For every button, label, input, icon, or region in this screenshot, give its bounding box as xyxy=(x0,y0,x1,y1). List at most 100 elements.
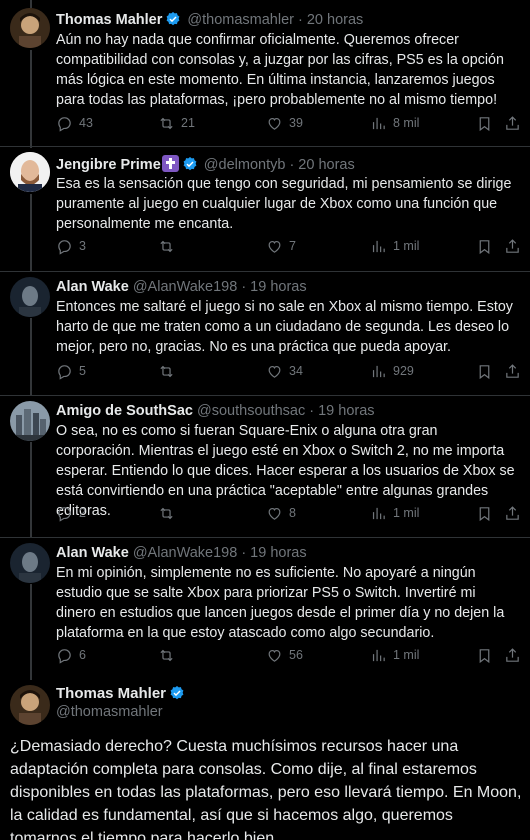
repost-count: 21 xyxy=(181,116,195,130)
action-bar: 2 8 1 mil xyxy=(56,503,519,523)
reply-icon xyxy=(58,116,71,132)
avatar[interactable] xyxy=(10,685,50,725)
like-count: 7 xyxy=(289,239,296,253)
timestamp[interactable]: · 19 horas xyxy=(309,403,374,419)
author-handle[interactable]: @AlanWake198 xyxy=(133,545,237,561)
share-button[interactable] xyxy=(504,113,521,133)
reply-button[interactable]: 6 xyxy=(56,645,86,665)
reply-count: 2 xyxy=(79,506,86,520)
views-button[interactable]: 1 mil xyxy=(370,503,419,523)
bookmark-icon xyxy=(479,506,490,521)
bookmark-button[interactable] xyxy=(476,645,493,665)
tweet[interactable]: Alan Wake @AlanWake198 · 19 horas Entonc… xyxy=(0,272,530,396)
author-name[interactable]: Thomas Mahler xyxy=(56,685,166,702)
views-button[interactable]: 1 mil xyxy=(370,645,419,665)
share-button[interactable] xyxy=(504,645,521,665)
views-button[interactable]: 929 xyxy=(370,361,414,381)
views-icon xyxy=(372,117,385,129)
share-button[interactable] xyxy=(504,236,521,256)
tweet[interactable]: Thomas Mahler @thomasmahler · 20 horas A… xyxy=(0,0,530,146)
timestamp[interactable]: · 20 horas xyxy=(289,157,354,173)
share-button[interactable] xyxy=(504,503,521,523)
heart-icon xyxy=(268,507,281,520)
reply-icon xyxy=(58,239,71,255)
share-icon xyxy=(506,647,519,662)
reply-count: 43 xyxy=(79,116,93,130)
author-handle[interactable]: @thomasmahler xyxy=(56,703,163,721)
views-icon xyxy=(372,365,385,377)
like-button[interactable]: 34 xyxy=(266,361,303,381)
author-name[interactable]: Jengibre Prime xyxy=(56,157,161,173)
avatar[interactable] xyxy=(10,152,50,192)
bookmark-button[interactable] xyxy=(476,503,493,523)
repost-button[interactable] xyxy=(158,503,181,523)
verified-badge-icon xyxy=(170,686,184,700)
tweet-text: ¿Demasiado derecho? Cuesta muchísimos re… xyxy=(10,738,522,840)
views-button[interactable]: 8 mil xyxy=(370,113,419,133)
author-name[interactable]: Thomas Mahler xyxy=(56,12,162,28)
like-count: 56 xyxy=(289,648,303,662)
timestamp[interactable]: · 20 horas xyxy=(298,12,363,28)
verified-badge-icon xyxy=(183,157,197,171)
reply-count: 5 xyxy=(79,364,86,378)
repost-icon xyxy=(160,117,173,129)
author-name[interactable]: Alan Wake xyxy=(56,279,129,295)
reply-count: 6 xyxy=(79,648,86,662)
like-count: 39 xyxy=(289,116,303,130)
reply-button[interactable]: 3 xyxy=(56,236,86,256)
heart-icon xyxy=(268,649,281,662)
reply-icon xyxy=(58,648,71,664)
avatar[interactable] xyxy=(10,277,50,317)
views-icon xyxy=(372,240,385,252)
timestamp[interactable]: · 19 horas xyxy=(241,545,306,561)
bookmark-button[interactable] xyxy=(476,113,493,133)
tweet[interactable]: Alan Wake @AlanWake198 · 19 horas En mi … xyxy=(0,538,530,680)
heart-icon xyxy=(268,240,281,253)
repost-icon xyxy=(160,507,173,519)
bookmark-button[interactable] xyxy=(476,361,493,381)
like-button[interactable]: 39 xyxy=(266,113,303,133)
repost-icon xyxy=(160,649,173,661)
reply-icon xyxy=(58,364,71,380)
repost-button[interactable] xyxy=(158,236,181,256)
reply-button[interactable]: 5 xyxy=(56,361,86,381)
share-button[interactable] xyxy=(504,361,521,381)
reply-count: 3 xyxy=(79,239,86,253)
like-button[interactable]: 8 xyxy=(266,503,296,523)
author-name[interactable]: Alan Wake xyxy=(56,545,129,561)
author-handle[interactable]: @southsouthsac xyxy=(197,403,305,419)
share-icon xyxy=(506,115,519,130)
bookmark-icon xyxy=(479,239,490,254)
repost-button[interactable] xyxy=(158,361,181,381)
tweet-text: En mi opinión, simplemente no es suficie… xyxy=(56,565,505,641)
bookmark-icon xyxy=(479,364,490,379)
action-bar: 5 34 929 xyxy=(56,361,519,381)
views-icon xyxy=(372,507,385,519)
reply-button[interactable]: 43 xyxy=(56,113,93,133)
avatar[interactable] xyxy=(10,8,50,48)
author-name[interactable]: Amigo de SouthSac xyxy=(56,403,193,419)
reply-button[interactable]: 2 xyxy=(56,503,86,523)
bookmark-button[interactable] xyxy=(476,236,493,256)
tweet-text: Esa es la sensación que tengo con seguri… xyxy=(56,176,512,232)
repost-button[interactable]: 21 xyxy=(158,113,195,133)
action-bar: 6 56 1 mil xyxy=(56,645,519,665)
views-button[interactable]: 1 mil xyxy=(370,236,419,256)
avatar[interactable] xyxy=(10,543,50,583)
author-handle[interactable]: @delmontyb xyxy=(204,157,286,173)
view-count: 1 mil xyxy=(393,239,420,253)
main-tweet[interactable]: Thomas Mahler @thomasmahler ¿Demasiado d… xyxy=(0,680,530,840)
avatar[interactable] xyxy=(10,401,50,441)
view-count: 1 mil xyxy=(393,506,420,520)
tweet[interactable]: Jengibre Prime @delmontyb · 20 horas Esa… xyxy=(0,147,530,271)
action-bar: 43 21 39 8 mil xyxy=(56,113,519,133)
timestamp[interactable]: · 19 horas xyxy=(241,279,306,295)
author-handle[interactable]: @thomasmahler xyxy=(187,12,294,28)
repost-button[interactable] xyxy=(158,645,181,665)
like-button[interactable]: 7 xyxy=(266,236,296,256)
verified-badge-icon xyxy=(166,12,180,26)
author-handle[interactable]: @AlanWake198 xyxy=(133,279,237,295)
tweet[interactable]: Amigo de SouthSac @southsouthsac · 19 ho… xyxy=(0,396,530,538)
like-button[interactable]: 56 xyxy=(266,645,303,665)
reply-icon xyxy=(58,506,71,522)
